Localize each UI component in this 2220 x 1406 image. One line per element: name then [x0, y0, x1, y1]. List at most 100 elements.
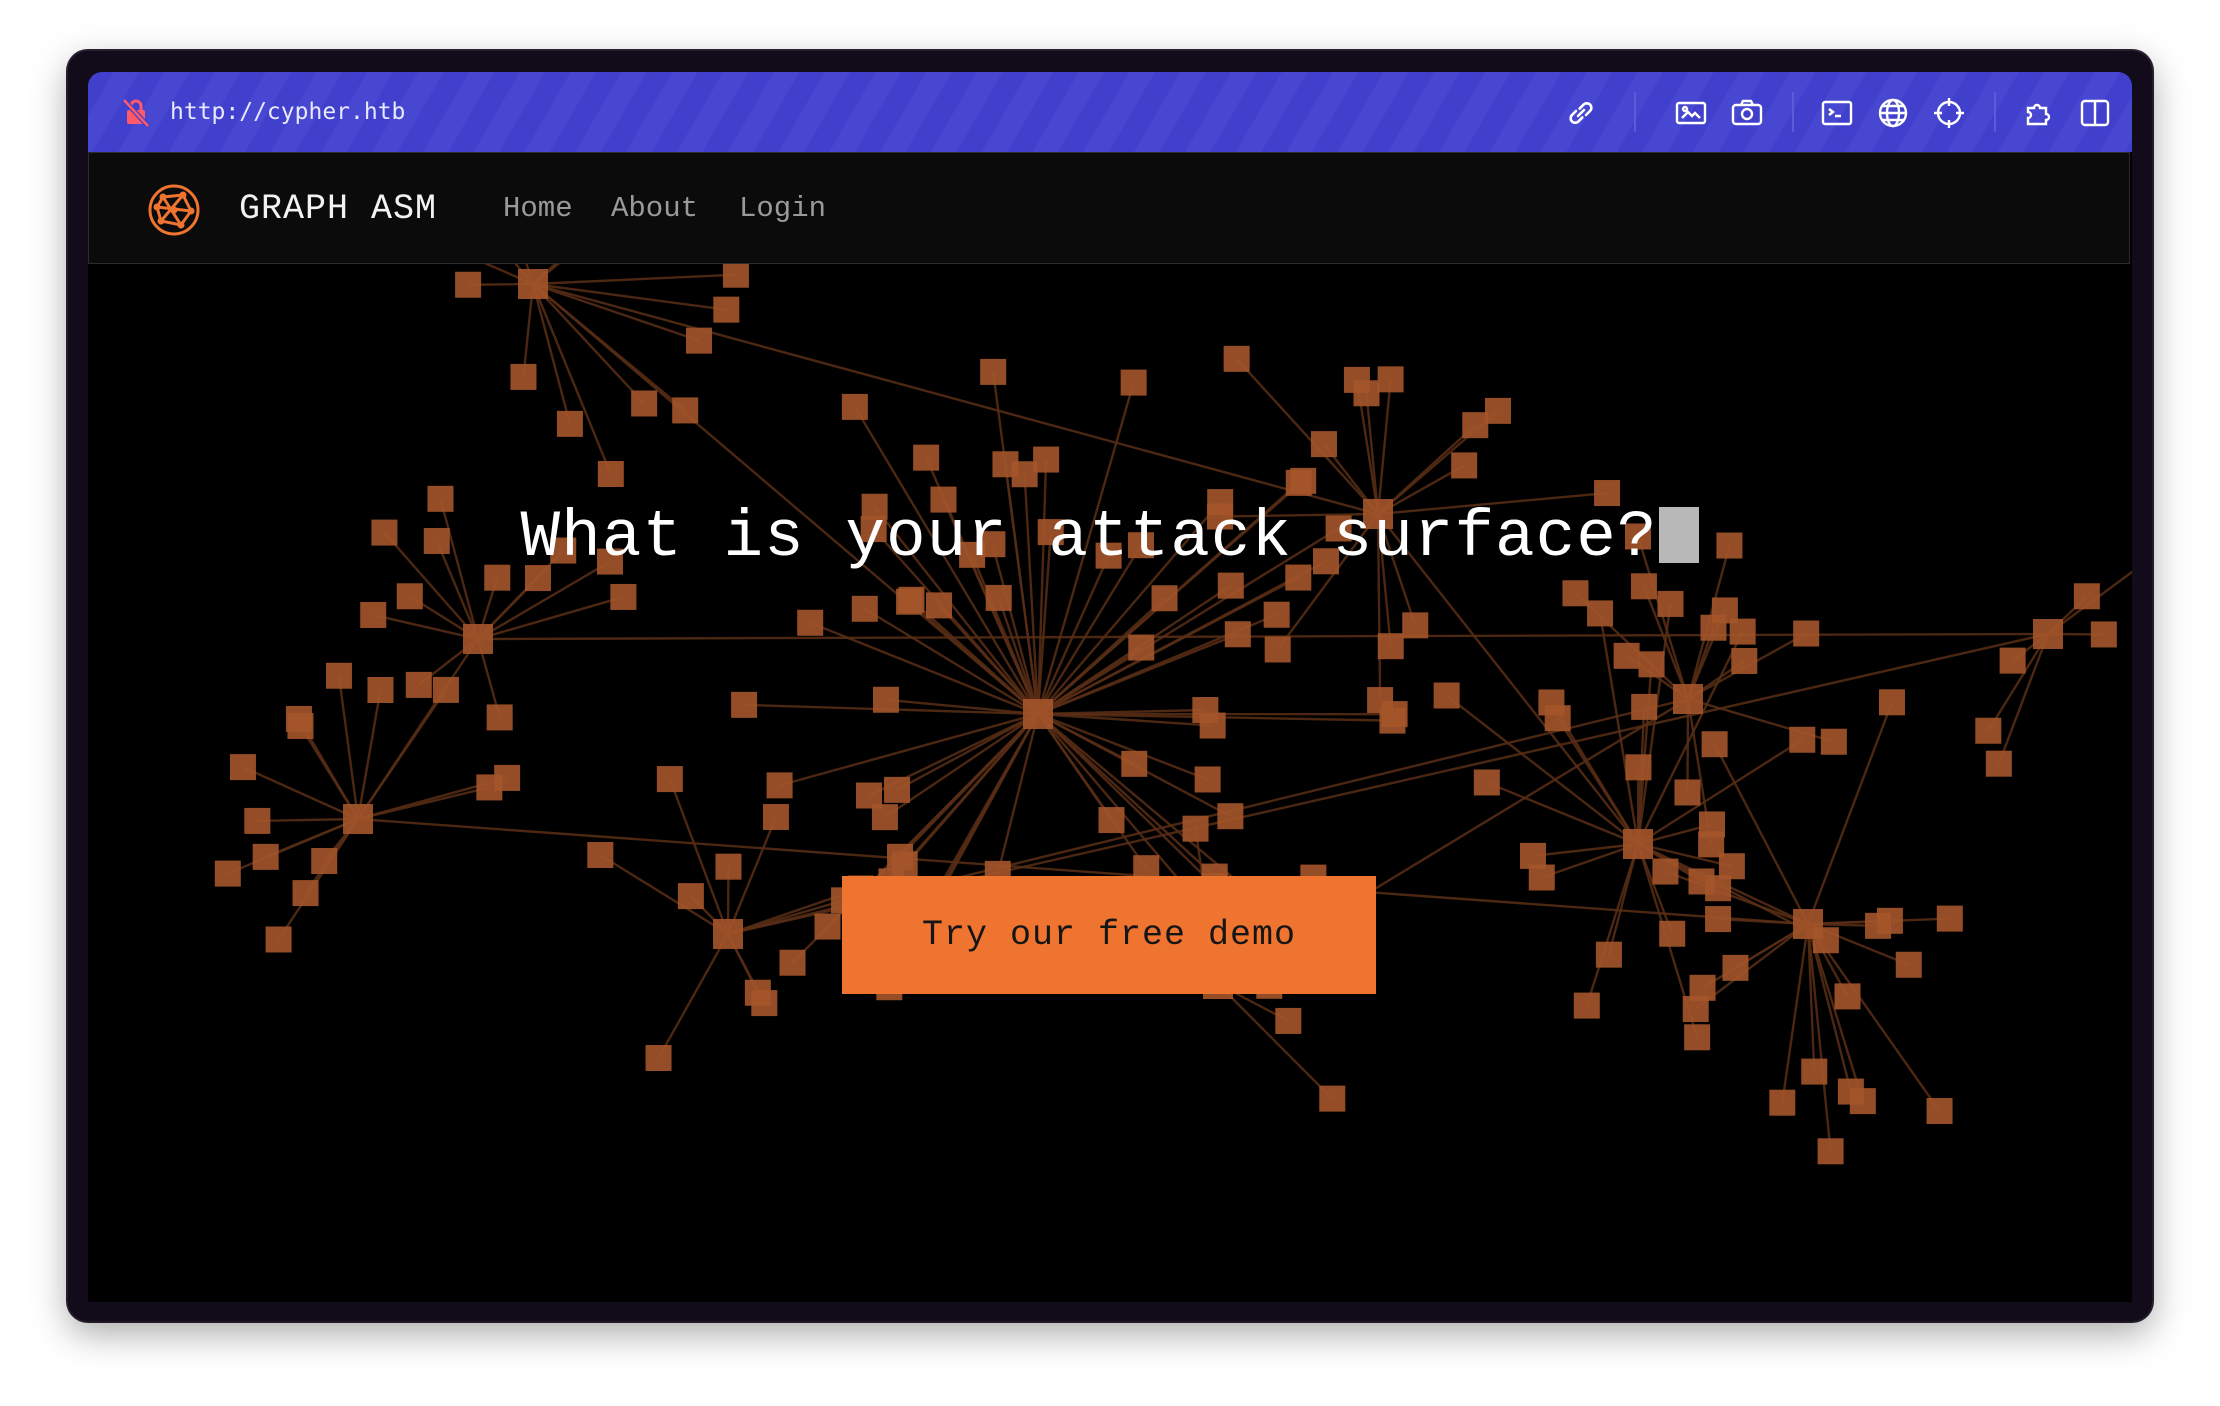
graph-edge [356, 689, 382, 820]
graph-edge [337, 675, 360, 820]
graph-node [463, 624, 493, 654]
graph-edge [532, 282, 727, 311]
graph-edge [257, 817, 359, 823]
graph-edge [1486, 781, 1639, 846]
split-view-icon[interactable] [2078, 96, 2112, 130]
graph-node [1263, 601, 1290, 628]
graph-node [1684, 1024, 1711, 1051]
graph-node [1769, 1089, 1796, 1116]
graph-node [1793, 909, 1823, 939]
nav-link-home[interactable]: Home [503, 153, 573, 265]
graph-node [872, 686, 899, 713]
graph-node [926, 592, 953, 619]
graph-node [1377, 366, 1404, 393]
graph-node [744, 979, 771, 1006]
graph-node [2090, 621, 2117, 648]
graph-node [2073, 583, 2100, 610]
address-bar[interactable]: http://cypher.htb [88, 72, 2132, 152]
link-icon[interactable] [1564, 96, 1598, 130]
graph-node [1023, 699, 1053, 729]
graph-node [1544, 705, 1571, 732]
graph-node [1975, 717, 2002, 744]
graph-node [455, 271, 482, 298]
graph-node [432, 676, 459, 703]
graph-node [851, 595, 878, 622]
brand-name[interactable]: GRAPH ASM [239, 153, 437, 265]
graph-node [1705, 906, 1732, 933]
graph-node [1817, 1138, 1844, 1165]
graph-node [360, 601, 387, 628]
graph-node [779, 949, 806, 976]
graph-edge [532, 282, 1379, 516]
graph-node [814, 913, 841, 940]
graph-node [1199, 712, 1226, 739]
graph-node [1224, 621, 1251, 648]
graph-edge [779, 712, 1039, 787]
graph-node [1834, 983, 1861, 1010]
graph-node [1789, 726, 1816, 753]
graph-node [1290, 467, 1317, 494]
graph-edge [531, 283, 612, 475]
graph-node [494, 764, 521, 791]
graph-node [229, 754, 256, 781]
graph-edge [532, 283, 1039, 715]
graph-node [713, 919, 743, 949]
try-free-demo-button[interactable]: Try our free demo [842, 876, 1376, 994]
extension-icon[interactable] [2022, 96, 2056, 130]
graph-node [587, 842, 614, 869]
graph-node [1638, 651, 1665, 678]
graph-node [913, 444, 940, 471]
graph-node [1462, 412, 1489, 439]
globe-icon[interactable] [1876, 96, 1910, 130]
graph-node [1865, 912, 1892, 939]
toolbar-divider [1792, 92, 1794, 132]
graph-node [1688, 868, 1715, 895]
nav-link-about[interactable]: About [611, 153, 698, 265]
graph-node [1223, 345, 1250, 372]
graph-node [367, 677, 394, 704]
nav-link-login[interactable]: Login [739, 153, 826, 265]
graph-node [396, 583, 423, 610]
image-icon[interactable] [1674, 96, 1708, 130]
graph-node [597, 460, 624, 487]
graph-node [715, 853, 742, 880]
graph-node [713, 296, 740, 323]
graph-node [1343, 366, 1370, 393]
terminal-icon[interactable] [1820, 96, 1854, 130]
graph-edge [372, 613, 479, 641]
graph-node [841, 393, 868, 420]
crosshair-icon[interactable] [1932, 96, 1966, 130]
graph-node [1793, 620, 1820, 647]
graph-node [1433, 682, 1460, 709]
graph-node [677, 883, 704, 910]
graph-node [311, 848, 338, 875]
graph-node [797, 609, 824, 636]
graph-node [1128, 634, 1155, 661]
graph-node [1528, 864, 1555, 891]
camera-icon[interactable] [1730, 96, 1764, 130]
graph-node [1120, 369, 1147, 396]
navbar: GRAPH ASM Home About Login [88, 152, 2130, 264]
graph-edge [1036, 459, 1048, 715]
graph-node [244, 807, 271, 834]
graph-node [1652, 858, 1679, 885]
graph-node [1217, 572, 1244, 599]
graph-edge [1376, 379, 1392, 515]
graph-node [1722, 954, 1749, 981]
graph-node [980, 358, 1007, 385]
graph-node [292, 880, 319, 907]
graph-node [265, 926, 292, 953]
graph-node [1631, 693, 1658, 720]
graph-node [766, 772, 793, 799]
graph-edge [277, 818, 360, 941]
graph-node [762, 804, 789, 831]
graph-node [871, 804, 898, 831]
graph-node [252, 843, 279, 870]
graph-node [486, 704, 513, 731]
graph-edge [657, 933, 730, 1059]
graph-node [1151, 585, 1178, 612]
graph-node [610, 583, 637, 610]
url-text[interactable]: http://cypher.htb [170, 72, 405, 152]
graph-node [1367, 687, 1394, 714]
graph-node [1573, 992, 1600, 1019]
